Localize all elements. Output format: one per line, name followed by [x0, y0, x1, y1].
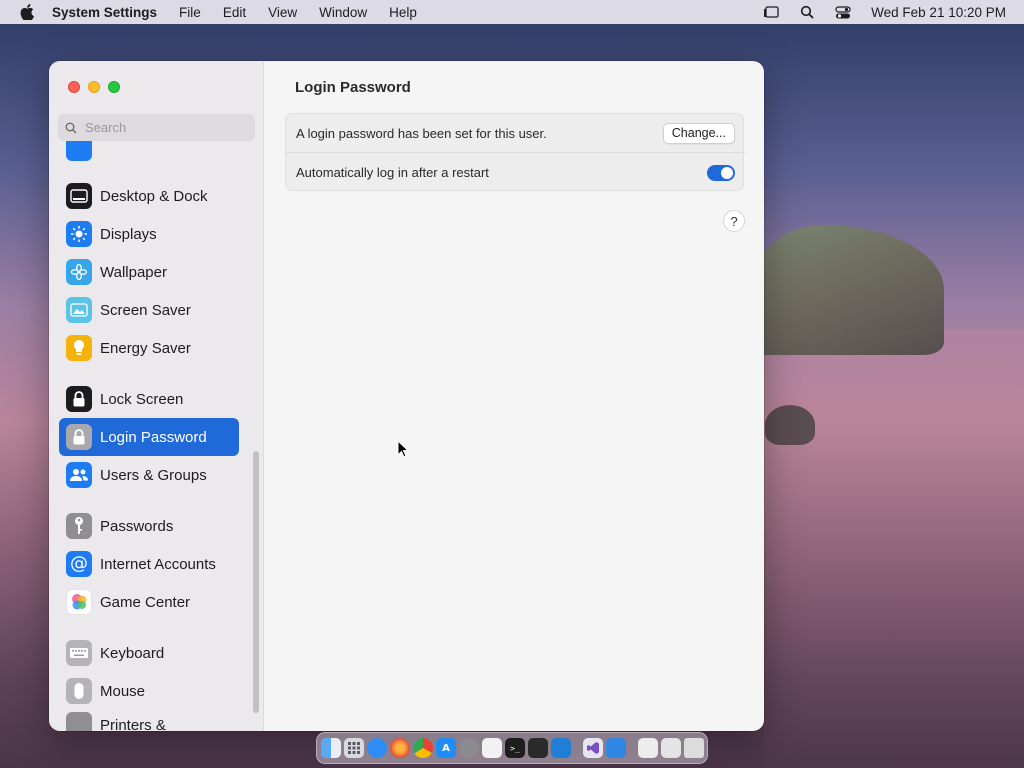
menu-help[interactable]: Help: [389, 5, 417, 20]
key-icon: [66, 513, 92, 539]
flower-icon: [66, 259, 92, 285]
sidebar-item-keyboard[interactable]: Keyboard: [59, 634, 239, 672]
autologin-label: Automatically log in after a restart: [296, 165, 489, 180]
main-content: Login Password A login password has been…: [265, 61, 764, 731]
documents-folder-icon[interactable]: [661, 738, 681, 758]
sidebar-item-screen-saver[interactable]: Screen Saver: [59, 291, 239, 329]
cloud-app-icon[interactable]: [606, 738, 626, 758]
password-status-text: A login password has been set for this u…: [296, 125, 547, 141]
sidebar-item-login-password[interactable]: Login Password: [59, 418, 239, 456]
menu-window[interactable]: Window: [319, 5, 367, 20]
sidebar-item-partial-top[interactable]: [59, 141, 239, 167]
sidebar-item-internet-accounts[interactable]: @ Internet Accounts: [59, 545, 239, 583]
wallpaper-rock: [765, 405, 815, 445]
sidebar-item-desktop-dock[interactable]: Desktop & Dock: [59, 177, 239, 215]
autologin-toggle[interactable]: [707, 164, 735, 181]
sidebar-item-mouse[interactable]: Mouse: [59, 672, 239, 710]
screensaver-icon: [66, 297, 92, 323]
sidebar-item-label: Passwords: [100, 517, 174, 535]
printer-icon: [66, 712, 92, 731]
sidebar-item-label: Keyboard: [100, 644, 165, 662]
trash-icon[interactable]: [684, 738, 704, 758]
dock: A >_: [316, 732, 708, 764]
sidebar-item-label: Screen Saver: [100, 301, 191, 319]
toggle-knob: [721, 166, 733, 179]
sidebar-item-passwords[interactable]: Passwords: [59, 507, 239, 545]
window-controls: [68, 81, 120, 93]
sidebar-item-users-groups[interactable]: Users & Groups: [59, 456, 239, 494]
at-icon: @: [66, 551, 92, 577]
users-icon: [66, 462, 92, 488]
vscode-icon[interactable]: [551, 738, 571, 758]
textedit-icon[interactable]: [482, 738, 502, 758]
mouse-cursor-icon: [397, 439, 410, 463]
app-store-icon[interactable]: A: [436, 738, 456, 758]
sidebar-item-printers[interactable]: Printers &: [59, 706, 239, 731]
sidebar-item-energy-saver[interactable]: Energy Saver: [59, 329, 239, 367]
sidebar-item-label: Displays: [100, 225, 157, 243]
mouse-icon: [66, 678, 92, 704]
system-settings-window: Search Desktop & Dock Displays Wallpaper…: [49, 61, 764, 731]
zoom-window-button[interactable]: [108, 81, 120, 93]
sidebar-item-displays[interactable]: Displays: [59, 215, 239, 253]
sidebar-item-label: Energy Saver: [100, 339, 191, 357]
menu-file[interactable]: File: [179, 5, 201, 20]
page-title: Login Password: [295, 79, 411, 96]
search-input[interactable]: Search: [58, 114, 255, 141]
script-editor-icon[interactable]: [528, 738, 548, 758]
sidebar-item-partial-top-icon: [66, 141, 92, 161]
system-settings-dock-icon[interactable]: [459, 738, 479, 758]
sidebar-item-label: Wallpaper: [100, 263, 167, 281]
sidebar-item-label: Desktop & Dock: [100, 187, 208, 205]
wallpaper-sea: [764, 330, 1024, 768]
sun-icon: [66, 221, 92, 247]
control-center-icon[interactable]: [835, 5, 851, 19]
search-icon: [65, 122, 77, 134]
terminal-icon[interactable]: >_: [505, 738, 525, 758]
visual-studio-icon[interactable]: [583, 738, 603, 758]
finder-icon[interactable]: [321, 738, 341, 758]
downloads-folder-icon[interactable]: [638, 738, 658, 758]
sidebar-item-label: Game Center: [100, 593, 191, 611]
sidebar-item-wallpaper[interactable]: Wallpaper: [59, 253, 239, 291]
change-password-button[interactable]: Change...: [662, 122, 735, 144]
sidebar-list: Desktop & Dock Displays Wallpaper Screen…: [49, 141, 264, 731]
minimize-window-button[interactable]: [88, 81, 100, 93]
chrome-icon[interactable]: [413, 738, 433, 758]
help-button[interactable]: ?: [723, 210, 745, 232]
sidebar-item-label: Internet Accounts: [100, 555, 216, 573]
menu-bar: System Settings File Edit View Window He…: [0, 0, 1024, 24]
firefox-icon[interactable]: [390, 738, 410, 758]
apple-menu-icon[interactable]: [18, 4, 36, 20]
lock-icon: [66, 386, 92, 412]
launchpad-icon[interactable]: [344, 738, 364, 758]
password-row: A login password has been set for this u…: [286, 114, 745, 153]
spotlight-search-icon[interactable]: [799, 5, 815, 19]
search-placeholder: Search: [85, 120, 127, 135]
game-center-icon: [66, 589, 92, 615]
sidebar-item-label: Users & Groups: [100, 466, 207, 484]
keyboard-icon: [66, 640, 92, 666]
sidebar-item-label: Login Password: [100, 428, 207, 446]
sidebar: Search Desktop & Dock Displays Wallpaper…: [49, 61, 264, 731]
wallpaper-cliff: [744, 225, 944, 355]
sidebar-item-game-center[interactable]: Game Center: [59, 583, 239, 621]
sidebar-item-lock-screen[interactable]: Lock Screen: [59, 380, 239, 418]
sidebar-item-label: Lock Screen: [100, 390, 184, 408]
close-window-button[interactable]: [68, 81, 80, 93]
lock-icon: [66, 424, 92, 450]
clock[interactable]: Wed Feb 21 10:20 PM: [871, 5, 1006, 20]
autologin-row: Automatically log in after a restart: [286, 153, 745, 192]
sidebar-item-label: Mouse: [100, 682, 146, 700]
sidebar-item-label: Printers &: [100, 716, 166, 732]
menu-edit[interactable]: Edit: [223, 5, 246, 20]
safari-icon[interactable]: [367, 738, 387, 758]
stage-manager-icon[interactable]: [763, 5, 779, 19]
login-password-card: A login password has been set for this u…: [285, 113, 745, 192]
dock-icon: [66, 183, 92, 209]
sidebar-scrollbar[interactable]: [253, 451, 259, 713]
app-name-menu[interactable]: System Settings: [52, 5, 157, 20]
lightbulb-icon: [66, 335, 92, 361]
menu-view[interactable]: View: [268, 5, 297, 20]
